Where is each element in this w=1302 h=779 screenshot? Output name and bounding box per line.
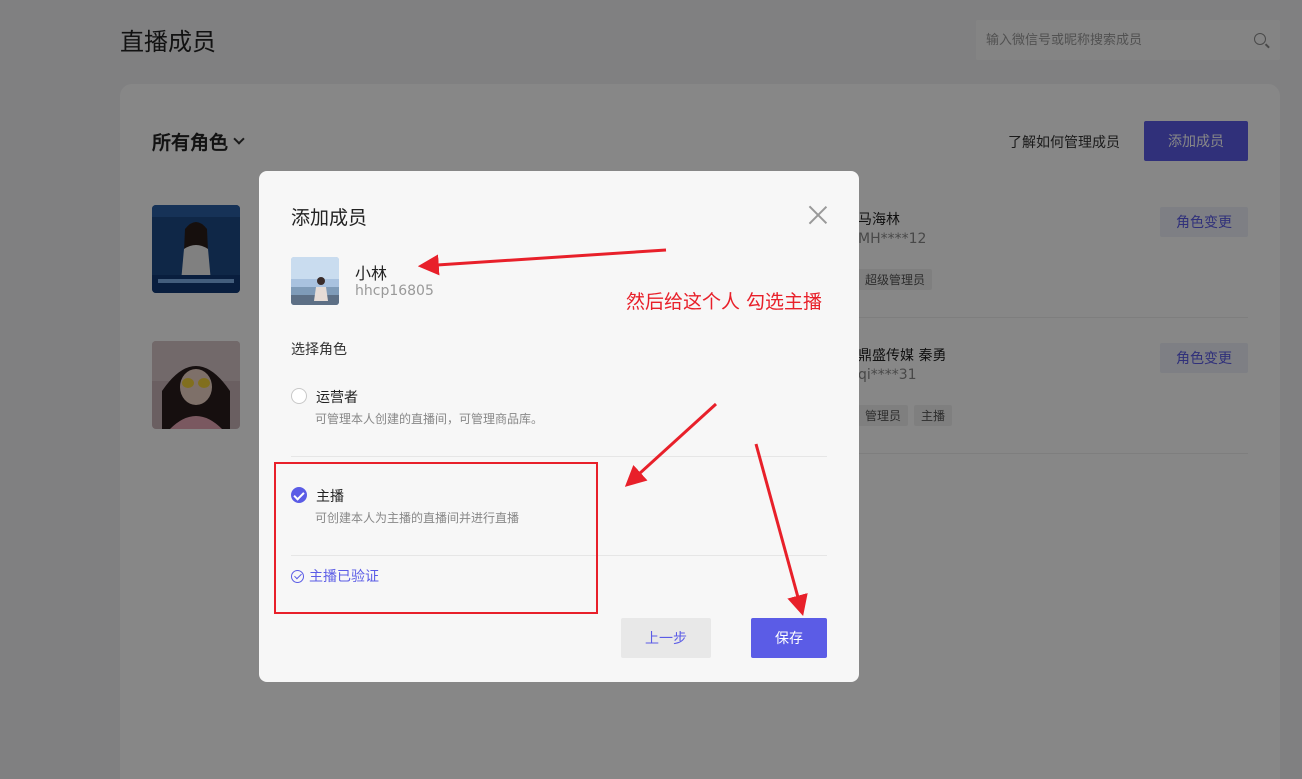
previous-step-button[interactable]: 上一步 (621, 618, 711, 658)
role-description: 可管理本人创建的直播间，可管理商品库。 (315, 412, 544, 426)
avatar (291, 257, 339, 305)
annotation-text: 然后给这个人 勾选主播 (626, 291, 823, 313)
user-name: 小林 (355, 264, 388, 283)
radio-unchecked-icon[interactable] (291, 388, 307, 404)
annotation-highlight-box (274, 462, 598, 614)
close-icon[interactable] (807, 204, 829, 226)
role-name: 运营者 (316, 390, 358, 406)
save-button[interactable]: 保存 (751, 618, 827, 658)
modal-title: 添加成员 (291, 207, 368, 229)
divider (291, 456, 827, 457)
user-id: hhcp16805 (355, 283, 434, 299)
section-label: 选择角色 (291, 342, 347, 358)
